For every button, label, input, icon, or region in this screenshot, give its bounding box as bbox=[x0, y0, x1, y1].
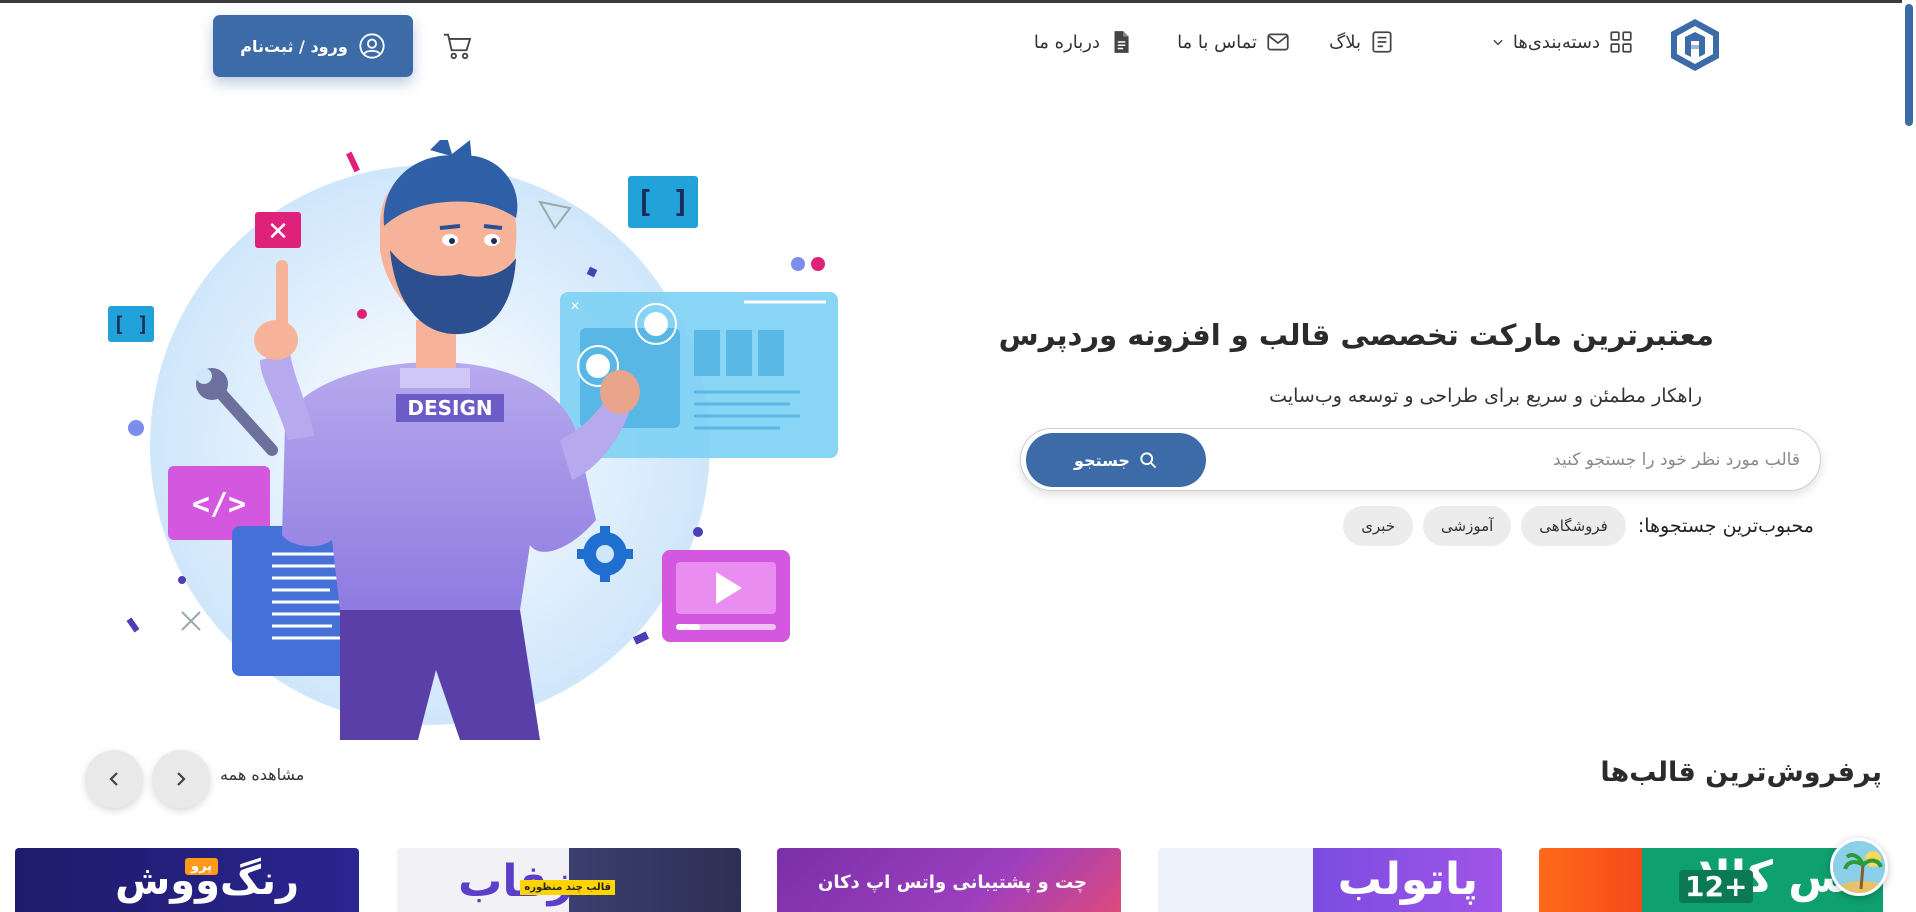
svg-text:[ ]: [ ] bbox=[636, 185, 690, 220]
hero-title: معتبرترین مارکت تخصصی قالب و افزونه وردپ… bbox=[998, 318, 1714, 352]
page-scrollbar[interactable] bbox=[1902, 0, 1916, 912]
nav-contact[interactable]: تماس با ما bbox=[1177, 29, 1291, 55]
document-icon bbox=[1372, 31, 1392, 53]
product-card[interactable]: زفاب قالب چند منظوره bbox=[397, 848, 741, 912]
product-card-badge: +12 bbox=[1679, 870, 1754, 903]
chevron-right-icon bbox=[177, 772, 186, 786]
svg-text:</>: </> bbox=[192, 487, 246, 522]
search-bar: جستجو bbox=[1020, 428, 1821, 491]
nav-categories[interactable]: دسته‌بندی‌ها bbox=[1491, 29, 1634, 55]
product-card[interactable]: پاتولب bbox=[1158, 848, 1502, 912]
carousel-next-button[interactable] bbox=[152, 750, 210, 808]
nav-contact-label: تماس با ما bbox=[1177, 31, 1257, 53]
product-card[interactable]: چت و پشتیبانی واتس اپ دکان bbox=[777, 848, 1121, 912]
search-input[interactable] bbox=[1220, 443, 1800, 477]
popular-chip-news[interactable]: خبری bbox=[1343, 506, 1414, 546]
chevron-down-icon bbox=[1493, 39, 1503, 46]
product-card[interactable]: رنگ‌ووش پرو bbox=[15, 848, 359, 912]
popular-searches-label: محبوب‌ترین جستجوها: bbox=[1637, 515, 1814, 537]
bestsellers-title: پرفروش‌ترین قالب‌ها bbox=[1600, 757, 1882, 788]
logo-icon[interactable] bbox=[1668, 17, 1722, 73]
hero-subtitle: راهکار مطمئن و سریع برای طراحی و توسعه و… bbox=[1269, 385, 1702, 407]
grid-icon bbox=[1610, 31, 1632, 53]
chevron-left-icon bbox=[109, 772, 118, 786]
svg-text:✕: ✕ bbox=[570, 299, 580, 313]
search-button[interactable]: جستجو bbox=[1026, 433, 1206, 487]
user-circle-icon bbox=[359, 33, 385, 59]
chat-widget-button[interactable] bbox=[1830, 838, 1888, 896]
nav-blog-label: بلاگ bbox=[1329, 31, 1361, 53]
file-icon bbox=[1114, 31, 1129, 53]
mail-icon bbox=[1267, 33, 1289, 51]
login-register-label: ورود / ثبت‌نام bbox=[240, 36, 348, 56]
login-register-button[interactable]: ورود / ثبت‌نام bbox=[213, 15, 413, 77]
cart-icon[interactable] bbox=[441, 29, 475, 63]
product-card-badge: پرو bbox=[185, 858, 219, 875]
svg-text:[ ]: [ ] bbox=[113, 312, 149, 336]
see-all-link[interactable]: مشاهده همه bbox=[220, 765, 304, 784]
product-card-title: پاتولب bbox=[1337, 854, 1478, 905]
nav-about[interactable]: درباره ما bbox=[1034, 29, 1134, 55]
product-card-tag: قالب چند منظوره bbox=[520, 880, 615, 895]
scrollbar-thumb[interactable] bbox=[1905, 4, 1913, 126]
nav-about-label: درباره ما bbox=[1033, 31, 1100, 53]
hero-illustration: [ ] [ ] </> ✕ DESIGN ✕ bbox=[108, 140, 838, 740]
site-header: دسته‌بندی‌ها بلاگ تماس با ما درباره ما bbox=[0, 3, 1900, 85]
design-text: DESIGN bbox=[407, 396, 492, 420]
product-card-title: چت و پشتیبانی واتس اپ دکان bbox=[817, 872, 1087, 893]
nav-categories-label: دسته‌بندی‌ها bbox=[1512, 31, 1600, 53]
popular-chip-education[interactable]: آموزشی bbox=[1423, 506, 1512, 546]
search-icon bbox=[1140, 452, 1157, 469]
search-button-label: جستجو bbox=[1074, 450, 1130, 470]
popular-searches: محبوب‌ترین جستجوها: فروشگاهی آموزشی خبری bbox=[1343, 506, 1814, 546]
svg-text:✕: ✕ bbox=[267, 217, 289, 247]
carousel-prev-button[interactable] bbox=[85, 750, 143, 808]
nav-blog[interactable]: بلاگ bbox=[1329, 29, 1395, 55]
popular-chip-shop[interactable]: فروشگاهی bbox=[1521, 506, 1626, 546]
